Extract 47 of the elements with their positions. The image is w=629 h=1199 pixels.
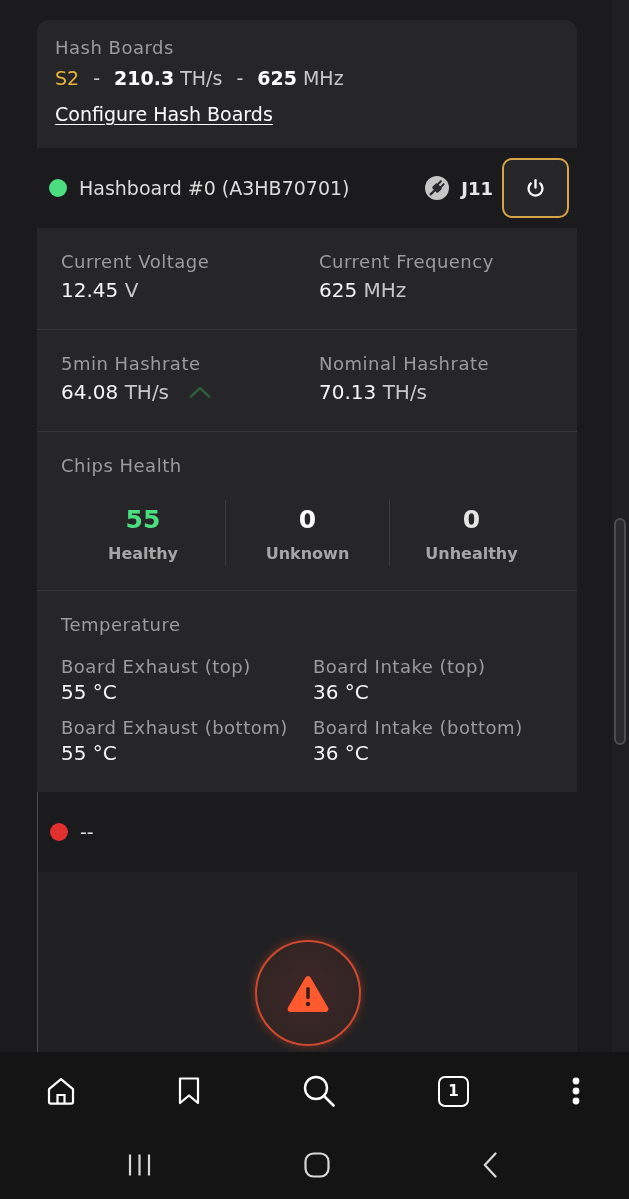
power-button[interactable] xyxy=(502,158,569,218)
sensor-label: Board Exhaust (top) xyxy=(61,655,252,679)
board-name: -- xyxy=(80,821,94,843)
tab-count-button[interactable]: 1 xyxy=(438,1075,469,1107)
back-icon[interactable] xyxy=(483,1151,497,1178)
search-icon[interactable] xyxy=(303,1075,335,1107)
sensor-value: 55 °C xyxy=(61,679,118,705)
plug-icon xyxy=(425,176,450,200)
sensor-value: 55 °C xyxy=(61,740,118,766)
total-hashrate: 210.3 TH/s xyxy=(114,66,223,91)
sensor-value: 36 °C xyxy=(313,740,370,766)
sensor-label: Board Intake (top) xyxy=(313,655,487,679)
board-name: Hashboard #0 (A3HB70701) xyxy=(79,177,350,199)
bookmark-icon[interactable] xyxy=(178,1077,200,1105)
chips-health-title: Chips Health xyxy=(61,454,183,478)
chip-count: 55 xyxy=(125,504,161,536)
metric-value: 625 MHz xyxy=(319,277,407,303)
recent-apps-icon[interactable] xyxy=(128,1152,151,1177)
chip-count: 0 xyxy=(298,504,317,536)
configure-hash-boards-link[interactable]: Configure Hash Boards xyxy=(55,102,273,126)
chip-status-label: Healthy xyxy=(108,543,178,565)
metric-label: Nominal Hashrate xyxy=(319,352,491,376)
preset-label: S2 xyxy=(55,66,80,91)
scrollbar-thumb[interactable] xyxy=(614,518,626,745)
metric-value: 64.08 TH/s xyxy=(61,379,170,405)
more-menu-icon[interactable] xyxy=(572,1077,580,1105)
chip-count: 0 xyxy=(462,504,481,536)
nav-home-icon[interactable] xyxy=(304,1151,330,1178)
chip-status-label: Unhealthy xyxy=(425,543,518,565)
metric-label: Current Voltage xyxy=(61,250,211,274)
hash-boards-title: Hash Boards xyxy=(55,36,175,60)
metric-value: 70.13 TH/s xyxy=(319,379,428,405)
metric-value: 12.45 V xyxy=(61,277,139,303)
connector-label: J11 xyxy=(461,177,493,199)
chip-status-label: Unknown xyxy=(265,543,350,565)
sensor-label: Board Exhaust (bottom) xyxy=(61,716,289,740)
separator-dash: - xyxy=(236,66,244,91)
sensor-value: 36 °C xyxy=(313,679,370,705)
power-icon xyxy=(525,177,546,199)
temperature-title: Temperature xyxy=(61,613,182,637)
warning-icon xyxy=(254,940,361,1046)
metric-label: 5min Hashrate xyxy=(61,352,202,376)
metric-label: Current Frequency xyxy=(319,250,495,274)
separator-dash: - xyxy=(93,66,100,91)
total-frequency: 625 MHz xyxy=(257,66,344,91)
sensor-label: Board Intake (bottom) xyxy=(313,716,524,740)
home-icon[interactable] xyxy=(47,1077,75,1105)
